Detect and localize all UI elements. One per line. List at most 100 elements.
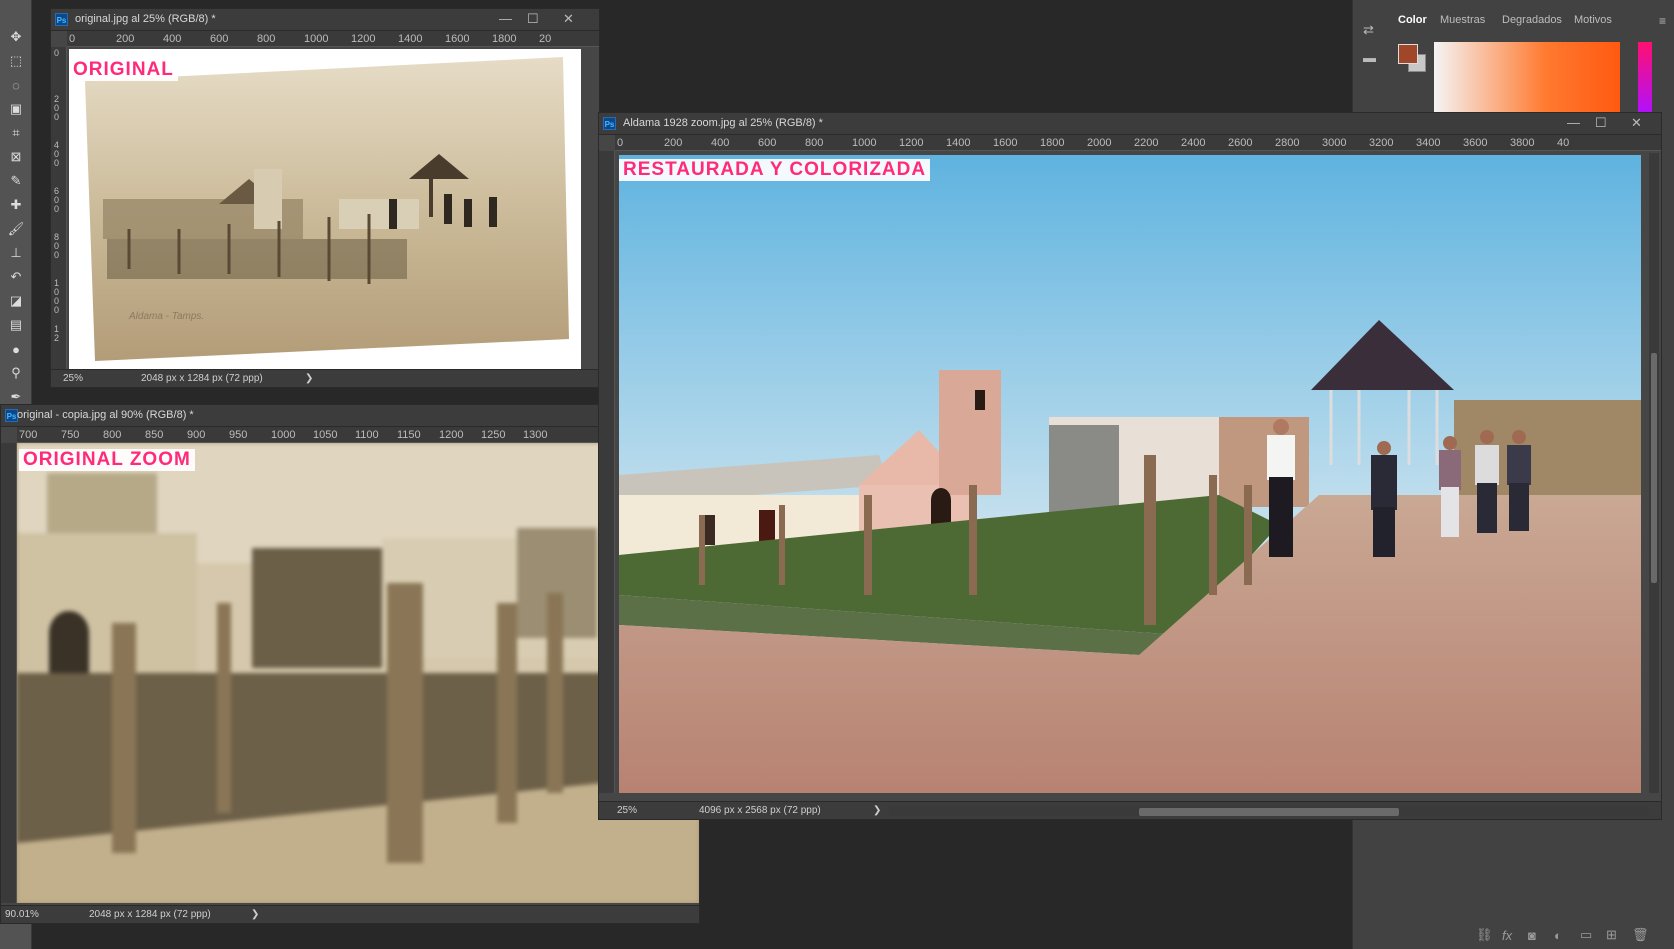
window-title: original.jpg al 25% (RGB/8) * bbox=[75, 13, 216, 25]
ruler-tick-label: 1000 bbox=[271, 429, 296, 441]
minimize-icon[interactable]: — bbox=[499, 11, 512, 26]
ruler-tick-label: 3800 bbox=[1510, 137, 1535, 149]
vertical-ruler bbox=[599, 151, 615, 793]
ruler-tick-label: 600 bbox=[758, 137, 777, 149]
ruler-tick-label: 40 bbox=[1557, 137, 1570, 149]
trash-icon[interactable]: 🗑 bbox=[1632, 927, 1649, 943]
image-label: ORIGINAL bbox=[69, 59, 178, 81]
document-window-restored: Ps Aldama 1928 zoom.jpg al 25% (RGB/8) *… bbox=[598, 112, 1662, 820]
zoom-level[interactable]: 90.01% bbox=[5, 909, 39, 920]
mask-icon[interactable]: ◙ bbox=[1528, 928, 1536, 943]
ruler-tick-label: 2200 bbox=[1134, 137, 1159, 149]
ruler-tick-label: 750 bbox=[61, 429, 80, 441]
zoom-level[interactable]: 25% bbox=[617, 805, 637, 816]
vertical-ruler: 0 200 400 600 800 1000 12 bbox=[51, 47, 67, 369]
tab-degradados[interactable]: Degradados bbox=[1502, 14, 1562, 26]
fx-icon[interactable]: fx bbox=[1502, 928, 1512, 943]
ruler-tick-label: 900 bbox=[187, 429, 206, 441]
ruler-tick-label: 200 bbox=[116, 33, 135, 45]
close-icon[interactable]: ✕ bbox=[1631, 115, 1642, 131]
image-label: ORIGINAL ZOOM bbox=[19, 449, 195, 471]
hue-slider[interactable] bbox=[1638, 42, 1652, 114]
eraser-icon[interactable]: ◪ bbox=[4, 290, 28, 312]
vertical-scrollbar[interactable] bbox=[1649, 153, 1659, 793]
minimize-icon[interactable]: — bbox=[1567, 115, 1580, 130]
ruler-tick-label: 700 bbox=[19, 429, 38, 441]
crop-icon[interactable]: ⌗ bbox=[4, 122, 28, 144]
ruler-tick-label: 950 bbox=[229, 429, 248, 441]
document-dimensions: 2048 px x 1284 px (72 ppp) bbox=[89, 909, 211, 920]
window-titlebar[interactable]: Ps original.jpg al 25% (RGB/8) * — ☐ ✕ bbox=[51, 9, 599, 31]
new-layer-icon[interactable]: ⊞ bbox=[1606, 927, 1617, 943]
object-select-icon[interactable]: ▣ bbox=[4, 98, 28, 120]
scroll-thumb[interactable] bbox=[1651, 353, 1657, 583]
zoomed-photo bbox=[17, 443, 699, 903]
maximize-icon[interactable]: ☐ bbox=[527, 11, 539, 27]
blur-icon[interactable]: ● bbox=[4, 338, 28, 360]
svg-text:Aldama - Tamps.: Aldama - Tamps. bbox=[128, 311, 204, 322]
ruler-tick-label: 2000 bbox=[1087, 137, 1112, 149]
ruler-tick-label: 1600 bbox=[993, 137, 1018, 149]
scroll-thumb[interactable] bbox=[1139, 808, 1399, 816]
ruler-tick-label: 3600 bbox=[1463, 137, 1488, 149]
zoom-level[interactable]: 25% bbox=[63, 373, 83, 384]
history-brush-icon[interactable]: ↶ bbox=[4, 266, 28, 288]
dodge-icon[interactable]: ⚲ bbox=[4, 362, 28, 384]
ruler-tick-label: 1150 bbox=[397, 429, 421, 441]
tab-color[interactable]: Color bbox=[1398, 14, 1427, 26]
folder-icon[interactable]: ▭ bbox=[1580, 927, 1592, 943]
ruler-tick-label: 12 bbox=[54, 324, 60, 343]
brush-icon[interactable]: 🖌 bbox=[4, 218, 28, 240]
comment-icon[interactable]: ▬ bbox=[1363, 50, 1376, 65]
close-icon[interactable]: ✕ bbox=[563, 11, 574, 27]
ruler-tick-label: 600 bbox=[54, 186, 60, 214]
stamp-icon[interactable]: ⊥ bbox=[4, 242, 28, 264]
panel-menu-icon[interactable]: ≡ bbox=[1659, 14, 1666, 28]
chevron-right-icon[interactable]: ❯ bbox=[873, 805, 881, 816]
canvas[interactable]: RESTAURADA Y COLORIZADA bbox=[619, 155, 1641, 793]
maximize-icon[interactable]: ☐ bbox=[1595, 115, 1607, 131]
ruler-tick-label: 20 bbox=[539, 33, 552, 45]
document-window-copy: Ps original - copia.jpg al 90% (RGB/8) *… bbox=[0, 404, 700, 924]
ruler-tick-label: 400 bbox=[711, 137, 730, 149]
ruler-tick-label: 1800 bbox=[1040, 137, 1065, 149]
horizontal-scrollbar[interactable] bbox=[889, 806, 1649, 816]
eyedropper-icon[interactable]: ✎ bbox=[4, 170, 28, 192]
ruler-tick-label: 1600 bbox=[445, 33, 470, 45]
ruler-tick-label: 0 bbox=[54, 48, 60, 58]
foreground-color-swatch[interactable] bbox=[1398, 44, 1418, 64]
move-icon[interactable]: ✥ bbox=[4, 26, 28, 48]
horizontal-ruler: 700 750 800 850 900 950 1000 1050 1100 1150 1200 12… bbox=[17, 427, 699, 443]
status-bar: 25% 4096 px x 2568 px (72 ppp) ❯ bbox=[599, 801, 1661, 819]
healing-icon[interactable]: ✚ bbox=[4, 194, 28, 216]
ruler-tick-label: 400 bbox=[163, 33, 182, 45]
document-dimensions: 4096 px x 2568 px (72 ppp) bbox=[699, 805, 821, 816]
marquee-icon[interactable]: ⬚ bbox=[4, 50, 28, 72]
lasso-icon[interactable]: ◌ bbox=[4, 74, 28, 96]
window-titlebar[interactable]: Ps original - copia.jpg al 90% (RGB/8) * bbox=[1, 405, 699, 427]
canvas[interactable]: ORIGINAL ZOOM bbox=[17, 443, 699, 903]
gradient-icon[interactable]: ▤ bbox=[4, 314, 28, 336]
adjustment-icon[interactable]: ◐ bbox=[1554, 928, 1562, 943]
document-window-original: Ps original.jpg al 25% (RGB/8) * — ☐ ✕ 0… bbox=[50, 8, 600, 388]
canvas[interactable]: Aldama - Tamps. ORIGINAL bbox=[69, 49, 581, 369]
window-titlebar[interactable]: Ps Aldama 1928 zoom.jpg al 25% (RGB/8) *… bbox=[599, 113, 1661, 135]
ruler-tick-label: 3000 bbox=[1322, 137, 1347, 149]
ruler-tick-label: 1200 bbox=[351, 33, 376, 45]
tab-muestras[interactable]: Muestras bbox=[1440, 14, 1485, 26]
status-bar: 25% 2048 px x 1284 px (72 ppp) ❯ bbox=[51, 369, 599, 387]
restored-photo bbox=[619, 155, 1641, 793]
ruler-tick-label: 1400 bbox=[398, 33, 423, 45]
ruler-tick-label: 200 bbox=[54, 94, 60, 122]
link-icon[interactable]: ⛓ bbox=[1476, 927, 1493, 943]
properties-icon[interactable]: ⇄ bbox=[1363, 22, 1374, 38]
ruler-tick-label: 1000 bbox=[54, 278, 60, 315]
vertical-ruler bbox=[1, 443, 17, 903]
chevron-right-icon[interactable]: ❯ bbox=[305, 373, 313, 384]
color-gradient-field[interactable] bbox=[1434, 42, 1620, 114]
tab-motivos[interactable]: Motivos bbox=[1574, 14, 1612, 26]
document-dimensions: 2048 px x 1284 px (72 ppp) bbox=[141, 373, 263, 384]
ruler-tick-label: 1050 bbox=[313, 429, 338, 441]
chevron-right-icon[interactable]: ❯ bbox=[251, 909, 259, 920]
frame-icon[interactable]: ⊠ bbox=[4, 146, 28, 168]
